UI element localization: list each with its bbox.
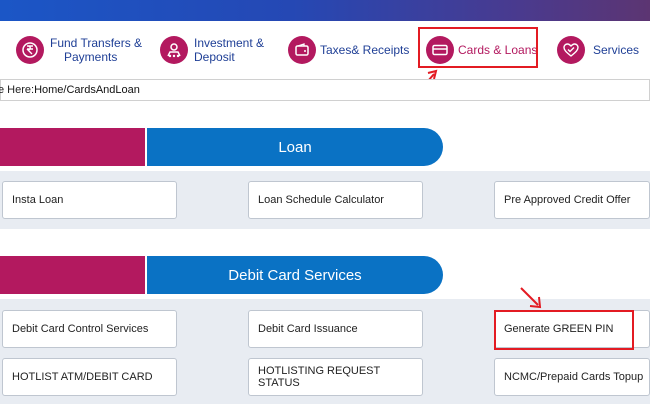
section-header-accent: [0, 256, 145, 294]
main-nav: Fund Transfers & Payments Investment & D…: [0, 21, 650, 75]
green-pin-highlight-box: [494, 310, 634, 350]
investment-icon: [160, 36, 188, 64]
nav-fund-transfers-label: Fund Transfers & Payments: [50, 36, 143, 64]
top-header-band: [0, 0, 650, 21]
wallet-icon: [288, 36, 316, 64]
loan-section-title: Loan: [147, 128, 443, 166]
nav-services-label: Services: [593, 43, 640, 57]
debit-card-section-title: Debit Card Services: [147, 256, 443, 294]
services-icon: [557, 36, 585, 64]
cards-loans-highlight-box: [418, 27, 538, 68]
breadcrumb-prefix: e Here:: [0, 84, 35, 96]
debit-card-control-services-button[interactable]: Debit Card Control Services: [2, 310, 177, 348]
loan-schedule-calculator-button[interactable]: Loan Schedule Calculator: [248, 181, 423, 219]
nav-investment-label: Investment & Deposit: [194, 36, 265, 64]
debit-card-section-header: Debit Card Services: [0, 256, 443, 294]
nav-fund-transfers[interactable]: Fund Transfers & Payments: [16, 29, 142, 71]
section-header-accent: [0, 128, 145, 166]
hotlist-atm-debit-card-button[interactable]: HOTLIST ATM/DEBIT CARD: [2, 358, 177, 396]
rupee-icon: [16, 36, 44, 64]
insta-loan-button[interactable]: Insta Loan: [2, 181, 177, 219]
nav-taxes[interactable]: Taxes& Receipts: [288, 29, 409, 71]
breadcrumb-link[interactable]: Home/CardsAndLoan: [34, 84, 140, 96]
hotlisting-request-status-button[interactable]: HOTLISTING REQUEST STATUS: [248, 358, 423, 396]
loan-section-header: Loan: [0, 128, 443, 166]
annotation-arrow-icon: [520, 287, 542, 309]
breadcrumb: e Here: Home/CardsAndLoan: [0, 79, 650, 101]
nav-investment[interactable]: Investment & Deposit: [160, 29, 264, 71]
nav-taxes-label: Taxes& Receipts: [320, 43, 410, 57]
ncmc-prepaid-cards-topup-button[interactable]: NCMC/Prepaid Cards Topup: [494, 358, 650, 396]
pre-approved-credit-offer-button[interactable]: Pre Approved Credit Offer: [494, 181, 650, 219]
debit-card-issuance-button[interactable]: Debit Card Issuance: [248, 310, 423, 348]
nav-services[interactable]: Services: [557, 29, 639, 71]
